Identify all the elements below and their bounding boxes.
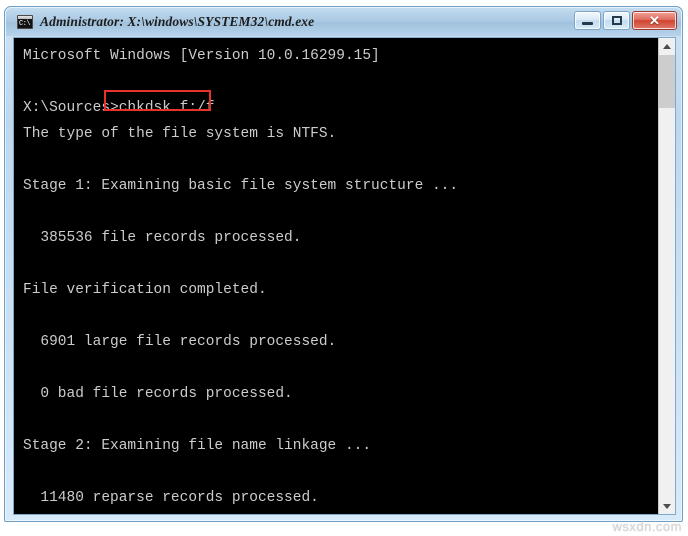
scroll-up-arrow-icon[interactable] [659, 38, 675, 54]
cmd-window: C:\ Administrator: X:\windows\SYSTEM32\c… [4, 6, 683, 522]
maximize-icon [611, 16, 622, 25]
console-line: The type of the file system is NTFS. [23, 126, 337, 142]
console-line: 385536 file records processed. [23, 230, 302, 246]
minimize-icon [582, 22, 593, 25]
window-title: Administrator: X:\windows\SYSTEM32\cmd.e… [40, 14, 315, 29]
console-line: 11480 reparse records processed. [23, 490, 319, 506]
minimize-button[interactable] [574, 11, 601, 30]
console-line: Stage 1: Examining basic file system str… [23, 178, 459, 194]
scrollbar-thumb[interactable] [659, 55, 675, 108]
console-line: 0 bad file records processed. [23, 386, 293, 402]
console-line: Microsoft Windows [Version 10.0.16299.15… [23, 48, 380, 64]
icon-title-bar [18, 16, 32, 19]
console-line: 6901 large file records processed. [23, 334, 337, 350]
console-line: Stage 2: Examining file name linkage ... [23, 438, 372, 454]
close-button[interactable]: ✕ [632, 11, 677, 30]
console-scrollbar[interactable] [658, 38, 675, 514]
chevron-up-icon [663, 43, 671, 49]
title-bar[interactable]: C:\ Administrator: X:\windows\SYSTEM32\c… [6, 8, 681, 36]
icon-prompt-text: C:\ [19, 20, 31, 28]
console-output: Microsoft Windows [Version 10.0.16299.15… [14, 38, 658, 514]
cmd-console-icon: C:\ [17, 15, 33, 29]
console-client-area[interactable]: Microsoft Windows [Version 10.0.16299.15… [13, 37, 676, 515]
console-line: X:\Sources>chkdsk f:/f [23, 100, 215, 116]
window-controls: ✕ [574, 11, 677, 30]
watermark: wsxdn.com [612, 519, 682, 534]
scroll-down-arrow-icon[interactable] [659, 498, 675, 514]
close-icon: ✕ [649, 13, 660, 28]
chevron-down-icon [663, 503, 671, 509]
maximize-button[interactable] [603, 11, 630, 30]
console-line: File verification completed. [23, 282, 267, 298]
